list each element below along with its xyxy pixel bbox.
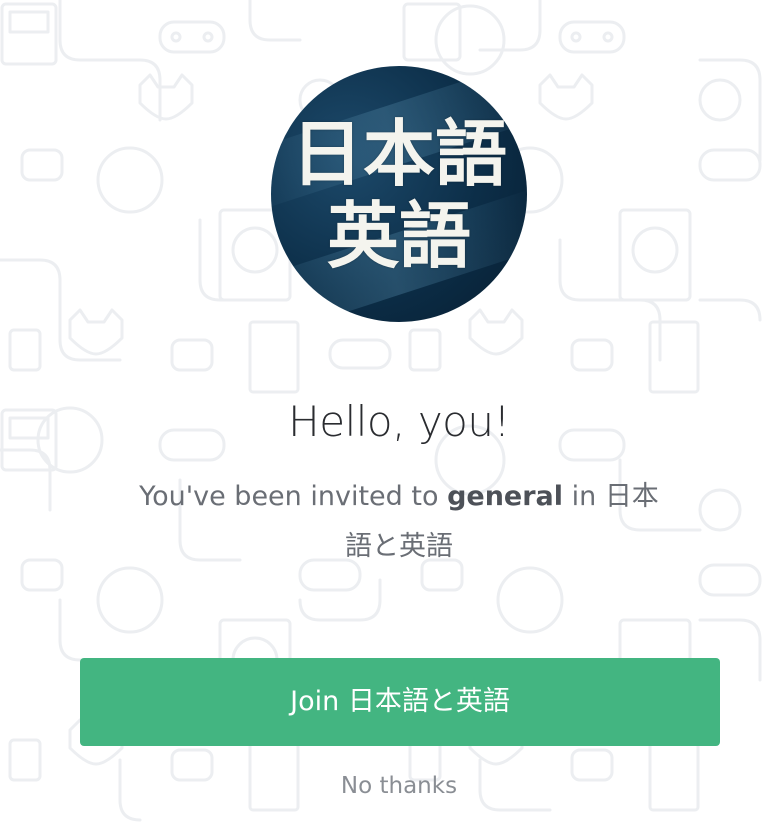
server-icon-text-line-1: 日本語 [290,112,507,196]
invite-text-middle: in [563,481,605,512]
channel-name: general [447,481,564,512]
invite-text-prefix: You've been invited to [139,481,448,512]
no-thanks-link[interactable]: No thanks [0,768,765,804]
join-server-button[interactable]: Join 日本語と英語 [80,658,720,746]
server-icon: 日本語 英語 [271,66,527,322]
server-icon-text-line-2: 英語 [326,194,471,278]
greeting-heading: Hello, you! [288,397,510,446]
invite-description: You've been invited to general in 日本語と英語 [130,472,668,572]
invite-card: 日本語 英語 Hello, you! You've been invited t… [0,0,765,826]
